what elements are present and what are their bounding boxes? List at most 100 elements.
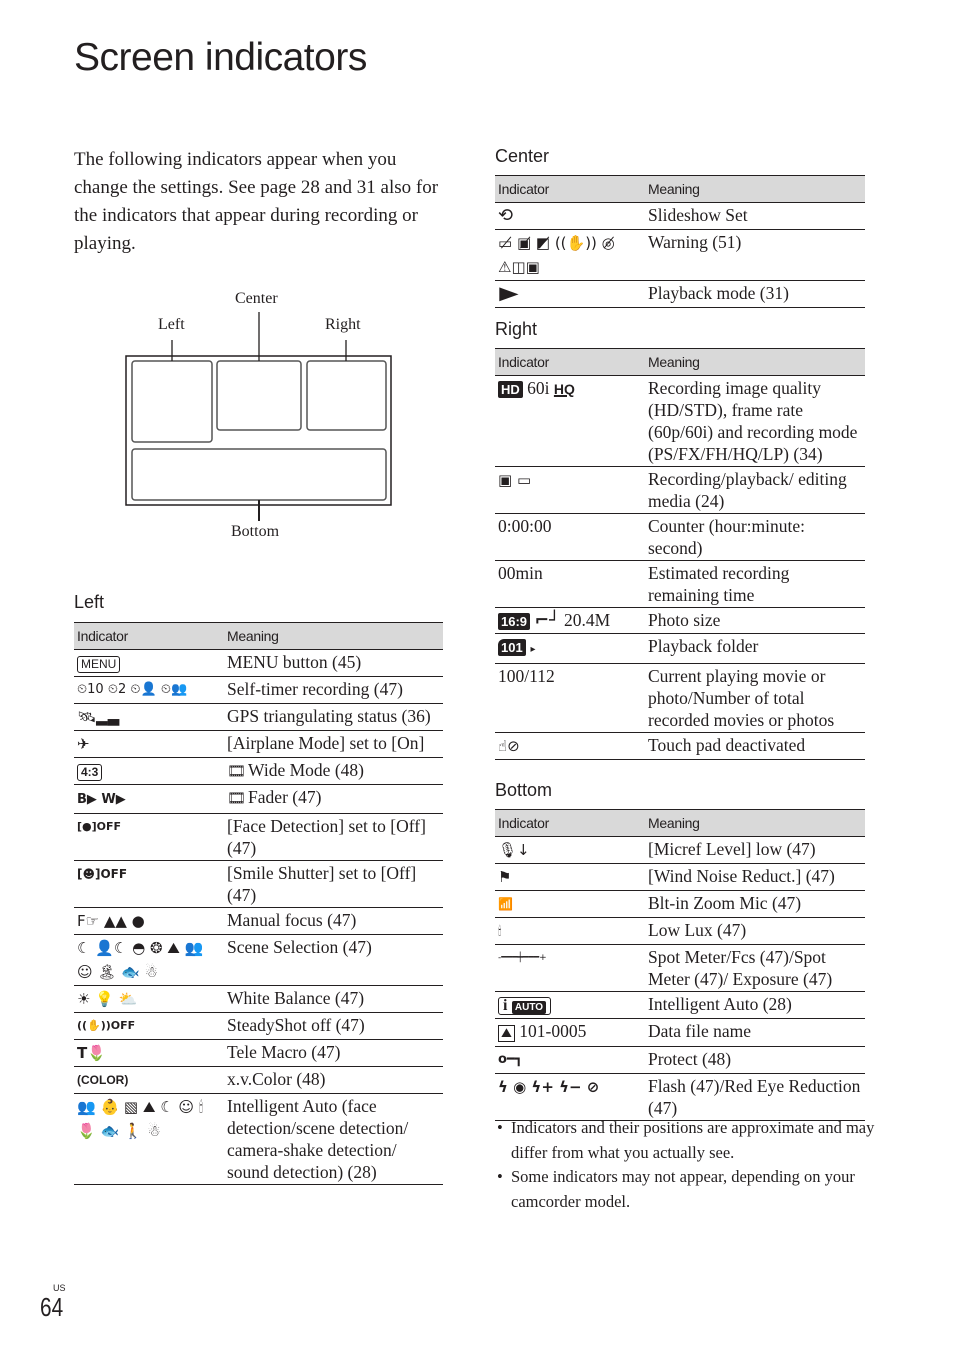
warning-icons: ▭̸ ▣̸ ◩̸ ((✋)) ◎̸ ⚠◫▣ — [498, 234, 615, 276]
meaning: Protect (48) — [645, 1046, 865, 1074]
screen-layout-diagram: Left Center Right Bottom — [110, 285, 410, 545]
tele-macro-icon: T🌷 — [77, 1044, 106, 1062]
meaning: Low Lux (47) — [645, 917, 865, 945]
meaning: Fader (47) — [248, 787, 322, 807]
table-row: T🌷 Tele Macro (47) — [74, 1039, 443, 1067]
table-row: ((✋))OFF SteadyShot off (47) — [74, 1012, 443, 1040]
diagram-label-bottom: Bottom — [231, 523, 280, 540]
notes-list: Indicators and their positions are appro… — [495, 1116, 875, 1214]
table-row: i AUTO Intelligent Auto (28) — [495, 991, 865, 1019]
meaning: [Face Detection] set to [Off] (47) — [224, 813, 443, 861]
table-row: 🕯 Low Lux (47) — [495, 917, 865, 945]
meaning: Counter (hour:minute: second) — [645, 513, 865, 561]
section-title-center: Center — [495, 146, 550, 166]
diagram-label-left: Left — [158, 316, 185, 333]
airplane-icon: ✈ — [77, 735, 90, 753]
touch-pad-off-icon: ☝⊘ — [498, 737, 520, 755]
intelligent-auto-icon: i AUTO — [498, 997, 552, 1015]
table-row: ⚑ [Wind Noise Reduct.] (47) — [495, 863, 865, 891]
menu-button-icon: MENU — [77, 656, 121, 673]
header-indicator: Indicator — [74, 622, 224, 650]
meaning: GPS triangulating status (36) — [224, 703, 443, 731]
meaning: [Smile Shutter] set to [Off] (47) — [224, 860, 443, 908]
scene-selection-icons: ☾ 👤☾ ◓ ❂ ⛰ 👥 ☺ 🏝 🐟 ☃ — [77, 939, 204, 981]
table-row: ☀ 💡 ⛅ White Balance (47) — [74, 985, 443, 1013]
header-indicator: Indicator — [495, 809, 645, 837]
header-meaning: Meaning — [645, 175, 865, 203]
table-row: ▶ Playback mode (31) — [495, 280, 865, 308]
remaining-time-value: 00min — [495, 560, 645, 608]
file-count-value: 100/112 — [495, 663, 645, 733]
table-row: (COLOR) x.v.Color (48) — [74, 1066, 443, 1094]
note-item: Indicators and their positions are appro… — [495, 1116, 875, 1165]
diagram-label-right: Right — [325, 316, 361, 333]
meaning: Recording/playback/ editing media (24) — [645, 466, 865, 514]
photo-size-value: 20.4M — [563, 610, 611, 630]
file-name-value: 101-0005 — [519, 1021, 587, 1041]
table-row: ☝⊘ Touch pad deactivated — [495, 732, 865, 760]
meaning: Current playing movie or photo/Number of… — [645, 663, 865, 733]
meaning: White Balance (47) — [224, 985, 443, 1013]
table-bottom: Indicator Meaning 🎙↓ [Micref Level] low … — [495, 809, 865, 1121]
header-meaning: Meaning — [224, 622, 443, 650]
meaning: Blt-in Zoom Mic (47) — [645, 890, 865, 918]
table-row: 16:9 ⌐┘ 20.4M Photo size — [495, 607, 865, 634]
meaning: Estimated recording remaining time — [645, 560, 865, 608]
table-row: 100/112 Current playing movie or photo/N… — [495, 663, 865, 733]
table-row: -━━━┿━━━+ Spot Meter/Fcs (47)/Spot Meter… — [495, 944, 865, 992]
meaning: Tele Macro (47) — [224, 1039, 443, 1067]
screen-layout-svg — [125, 312, 392, 521]
steadyshot-off-icon: ((✋))OFF — [77, 1019, 136, 1032]
header-meaning: Meaning — [645, 348, 865, 376]
meaning: Intelligent Auto (28) — [645, 991, 865, 1019]
flash-icons: ϟ ◉ ϟ+ ϟ− ⊘ — [498, 1078, 600, 1096]
table-row: 4:3 🎞 Wide Mode (48) — [74, 757, 443, 785]
table-row: ϟ ◉ ϟ+ ϟ− ⊘ Flash (47)/Red Eye Reduction… — [495, 1073, 865, 1121]
table-row: 00min Estimated recording remaining time — [495, 560, 865, 608]
rec-mode-icon: HQ — [553, 381, 575, 397]
table-right: Indicator Meaning HD 60i HQ Recording im… — [495, 348, 865, 760]
region-left — [131, 360, 213, 443]
protect-key-icon: o━┓ — [498, 1052, 523, 1067]
xv-color-icon: (COLOR) — [77, 1073, 129, 1087]
section-title-left: Left — [74, 592, 105, 612]
arrow-right-icon: ▸ — [530, 644, 536, 655]
note-item: Some indicators may not appear, dependin… — [495, 1165, 875, 1214]
mic-level-low-icon: 🎙↓ — [498, 841, 530, 859]
meaning: MENU button (45) — [224, 649, 443, 677]
playback-icon: ▶ — [499, 283, 519, 304]
region-bottom — [131, 448, 387, 501]
meaning: [Airplane Mode] set to [On] — [224, 730, 443, 758]
meaning: Data file name — [645, 1018, 865, 1047]
header-meaning: Meaning — [645, 809, 865, 837]
diagram-label-center: Center — [235, 290, 278, 307]
gps-signal-icon: 🛰▂▃ — [77, 708, 120, 726]
table-row: 🎙↓ [Micref Level] low (47) — [495, 836, 865, 864]
header-indicator: Indicator — [495, 175, 645, 203]
image-size-icon: ⌐┘ — [534, 611, 560, 631]
table-row: ⟲ Slideshow Set — [495, 202, 865, 230]
table-row: ▭̸ ▣̸ ◩̸ ((✋)) ◎̸ ⚠◫▣ Warning (51) — [495, 229, 865, 281]
page-title: Screen indicators — [74, 36, 367, 79]
table-row: HD 60i HQ Recording image quality (HD/ST… — [495, 375, 865, 467]
page-number: 64 — [40, 1292, 64, 1322]
fader-icons: B▶ W▶ — [77, 792, 126, 807]
meaning: Scene Selection (47) — [224, 934, 443, 986]
meaning: Wide Mode (48) — [248, 760, 364, 780]
meaning: Warning (51) — [645, 229, 865, 281]
table-row: [☻]OFF [Smile Shutter] set to [Off] (47) — [74, 860, 443, 908]
low-lux-icon: 🕯 — [498, 924, 502, 938]
white-balance-icons: ☀ 💡 ⛅ — [77, 990, 138, 1008]
intro-paragraph: The following indicators appear when you… — [74, 149, 439, 254]
film-icon: 🎞 — [227, 762, 247, 780]
table-row: ▣ ▭ Recording/playback/ editing media (2… — [495, 466, 865, 514]
table-row: ⏲10 ⏲2 ⏲👤 ⏲👥 Self-timer recording (47) — [74, 676, 443, 704]
table-row: 0:00:00 Counter (hour:minute: second) — [495, 513, 865, 561]
media-icons: ▣ ▭ — [498, 471, 532, 489]
self-timer-icons: ⏲10 ⏲2 ⏲👤 ⏲👥 — [77, 682, 188, 697]
meaning: Intelligent Auto (face detection/scene d… — [224, 1093, 443, 1185]
table-center: Indicator Meaning ⟲ Slideshow Set ▭̸ ▣̸ … — [495, 175, 865, 308]
face-detection-off-icon: [●]OFF — [77, 820, 122, 833]
meaning: Touch pad deactivated — [645, 732, 865, 760]
table-row: ✈ [Airplane Mode] set to [On] — [74, 730, 443, 758]
